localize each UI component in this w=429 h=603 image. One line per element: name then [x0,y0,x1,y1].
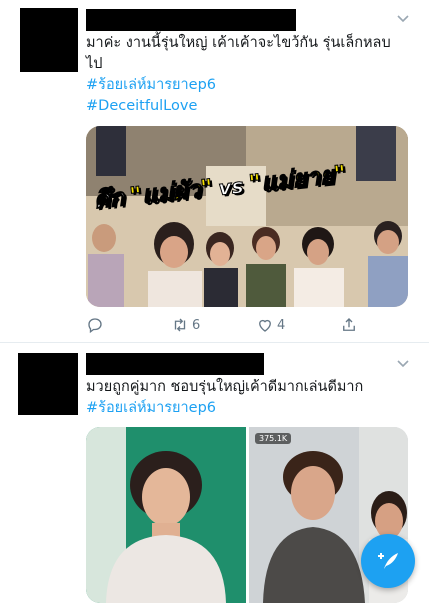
hashtag-link[interactable]: #ร้อยเล่ห์มารยาep6 [86,398,405,419]
retweet-icon [174,318,186,332]
chevron-down-icon[interactable] [396,12,410,26]
caption-prefix: ศึก [92,183,126,215]
hashtag-link[interactable]: #ร้อยเล่ห์มารยาep6 [86,75,405,96]
view-count-badge: 375.1K [255,433,292,444]
hashtag-link[interactable]: #DeceitfulLove [86,96,405,117]
photo-woman-green [86,427,246,603]
caption-right: "แม่ยาย" [247,159,348,198]
chevron-down-icon[interactable] [396,357,410,371]
compose-tweet-icon [378,553,398,569]
tweet-media-image-left[interactable] [86,427,246,603]
username-redacted [86,353,264,375]
reply-icon [88,318,102,334]
retweet-count: 6 [192,317,201,333]
view-count-text: 375.1K [259,434,288,443]
username-redacted [86,9,296,31]
heart-icon [259,319,271,332]
tweet-media-image[interactable]: ศึก "แม่ผัว" vs "แม่ยาย" [86,126,408,307]
reply-button[interactable] [86,313,107,337]
retweet-button[interactable]: 6 [171,313,200,337]
tweet-text-line-1: มาค่ะ งานนี้รุ่นใหญ่ เค้าเค้าจะไขว้กัน ร… [86,35,391,51]
compose-tweet-button[interactable] [361,534,415,588]
tweet-text: มวยถูกคู่มาก ชอบรุ่นใหญ่เค้าดีมากเล่นดีม… [86,377,405,419]
caption-left: "แม่ผัว" [128,173,215,211]
tweet-1[interactable]: มาค่ะ งานนี้รุ่นใหญ่ เค้าเค้าจะไขว้กัน ร… [0,0,429,340]
tweet-text: มาค่ะ งานนี้รุ่นใหญ่ เค้าเค้าจะไขว้กัน ร… [86,33,405,117]
caption-vs: vs [217,173,245,201]
avatar-redacted[interactable] [20,8,78,72]
like-count: 4 [277,317,286,333]
like-button[interactable]: 4 [256,313,285,337]
tweet-text-line-1: มวยถูกคู่มาก ชอบรุ่นใหญ่เค้าดีมากเล่นดีม… [86,379,364,395]
tweet-text-line-2: ไป [86,56,103,72]
share-button[interactable] [340,313,358,337]
tweet-actions: 6 4 [86,313,386,337]
share-icon [343,318,355,331]
avatar-redacted[interactable] [18,353,78,415]
